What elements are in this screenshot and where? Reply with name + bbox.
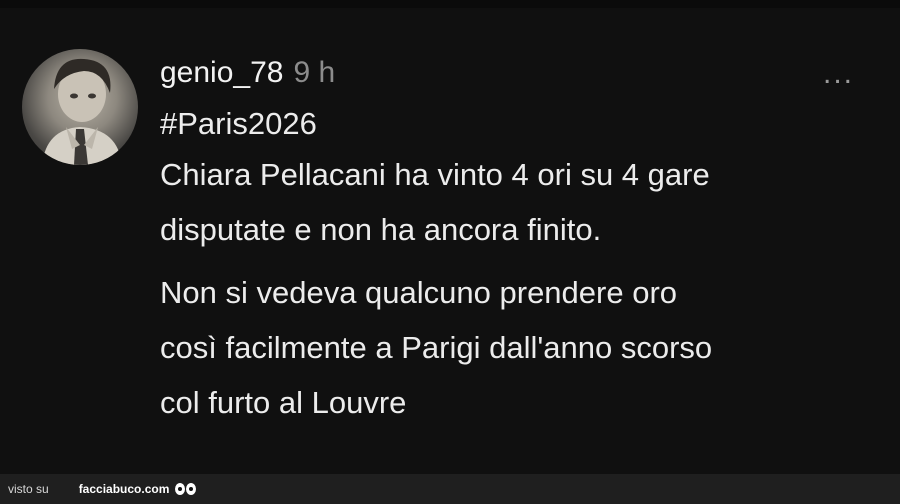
post-paragraph-2: Non si vedeva qualcuno prendere oro così… [160,265,870,430]
avatar-photo-icon [42,58,122,165]
post-header: genio_78 9 h [160,56,870,98]
paragraph-2-line: col furto al Louvre [160,385,407,420]
avatar[interactable] [22,49,138,165]
eyes-logo-icon [175,483,197,495]
paragraph-1-line: Chiara Pellacani ha vinto 4 ori su 4 gar… [160,157,710,192]
post-content: genio_78 9 h ... #Paris2026 Chiara Pella… [160,56,870,430]
post-paragraph-1: Chiara Pellacani ha vinto 4 ori su 4 gar… [160,147,870,257]
username-link[interactable]: genio_78 [160,56,283,90]
brand-link[interactable]: facciabuco.com [79,482,170,496]
paragraph-1-line: disputate e non ha ancora finito. [160,212,602,247]
top-edge [0,0,900,8]
post-timestamp: 9 h [293,56,336,89]
paragraph-2-line: così facilmente a Parigi dall'anno scors… [160,330,713,365]
paragraph-2-line: Non si vedeva qualcuno prendere oro [160,275,678,310]
watermark-footer: visto su facciabuco.com [0,474,900,504]
eye-left-icon [175,483,186,495]
post-screen: genio_78 9 h ... #Paris2026 Chiara Pella… [0,0,900,504]
eye-right-icon [186,483,197,495]
more-options-icon[interactable]: ... [823,59,854,89]
visto-su-label: visto su [8,482,49,496]
hashtag-link[interactable]: #Paris2026 [160,102,870,146]
